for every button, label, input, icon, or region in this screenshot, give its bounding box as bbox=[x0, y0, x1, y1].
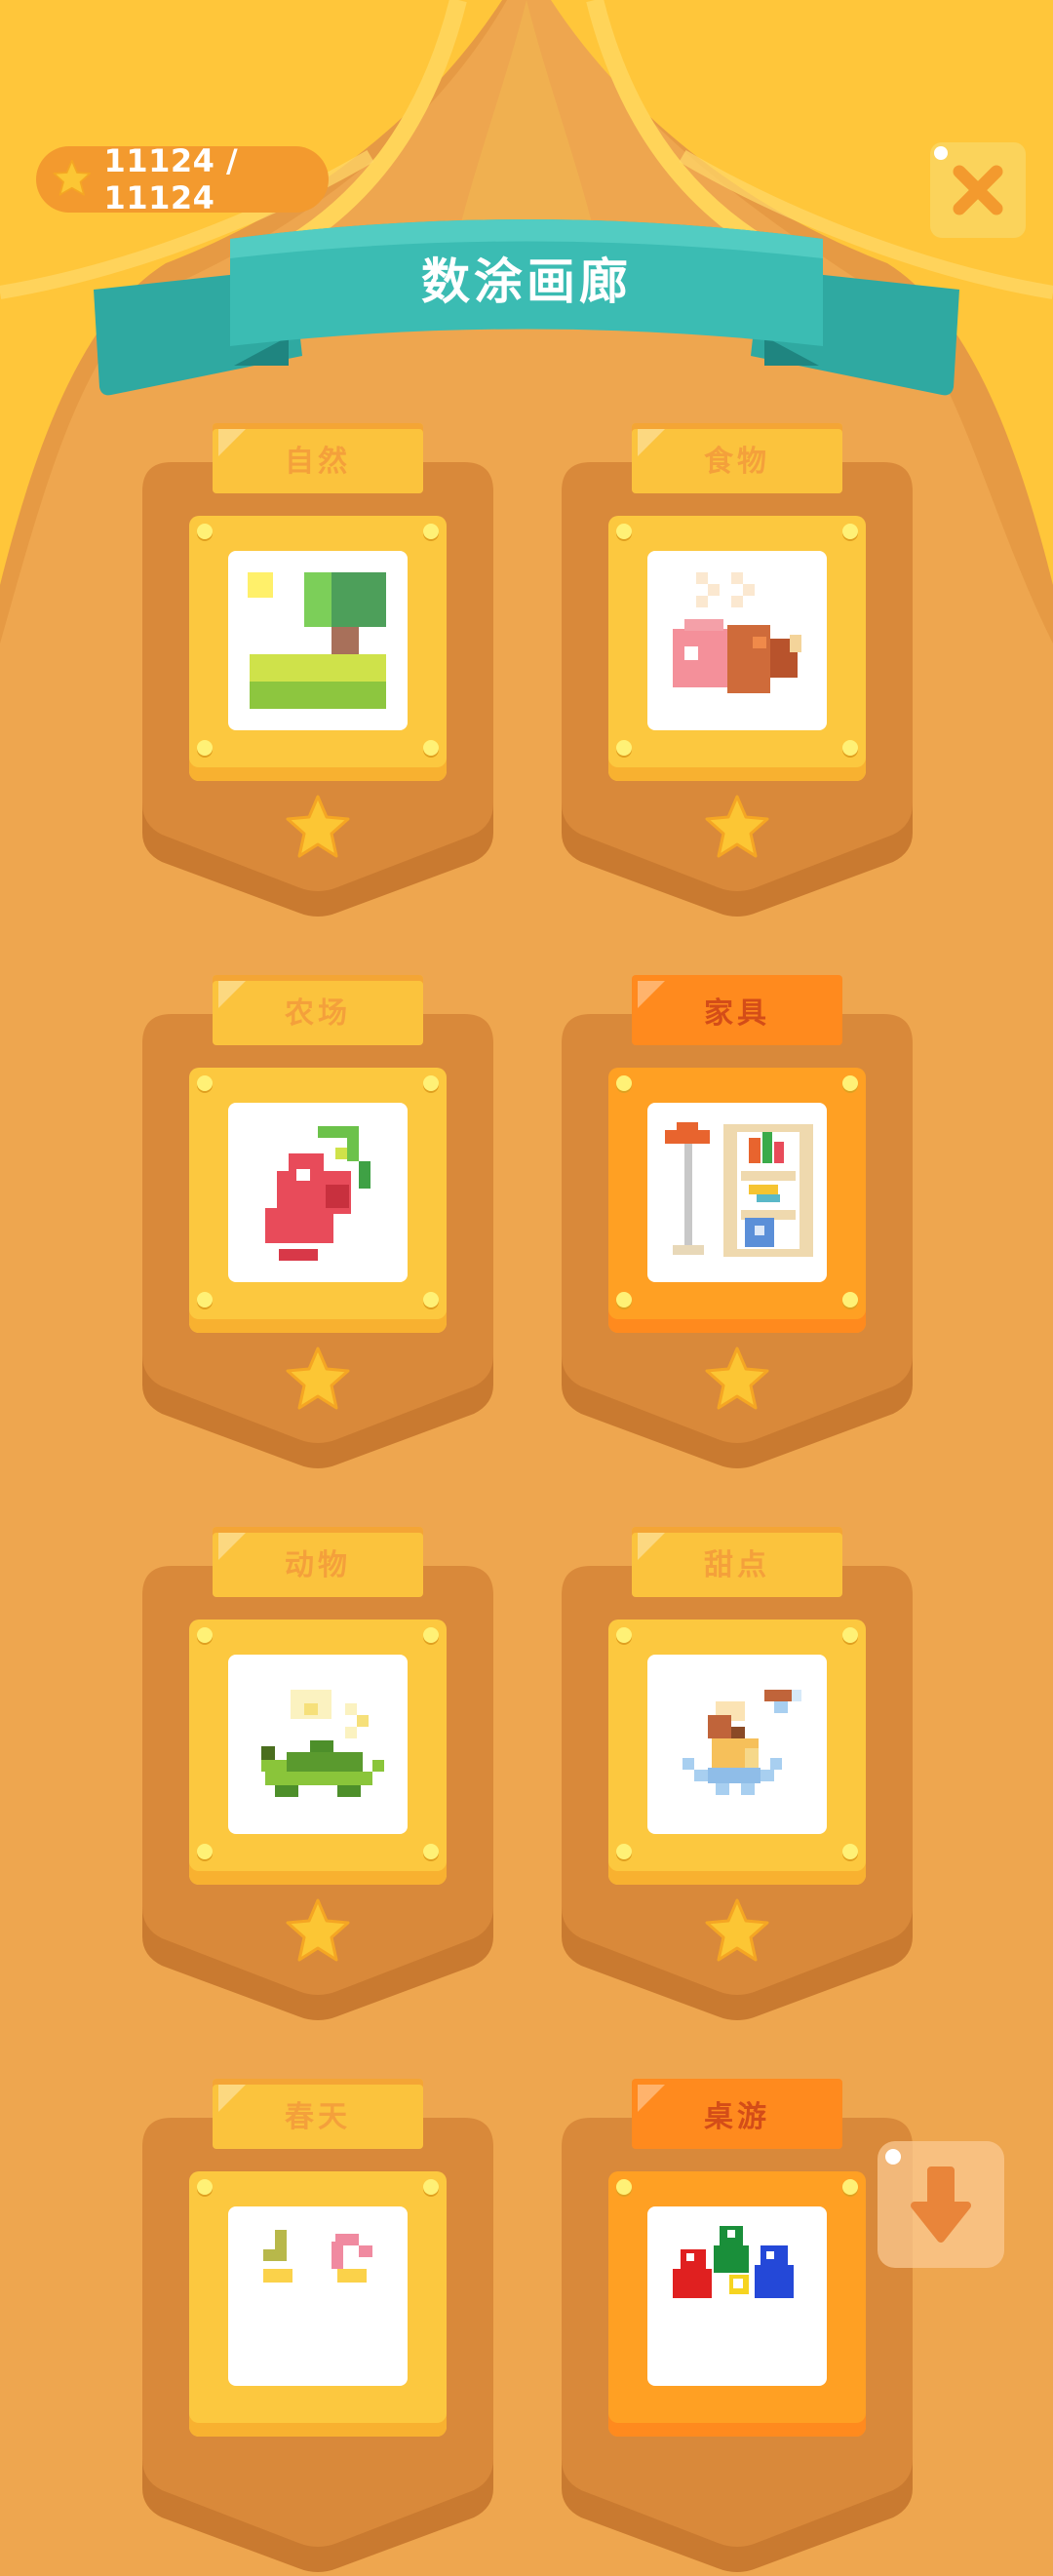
arrow-down-icon bbox=[911, 2166, 971, 2243]
picture-frame bbox=[608, 2171, 866, 2437]
tree-landscape-icon bbox=[248, 572, 386, 709]
star-icon bbox=[286, 1347, 350, 1410]
picture-frame bbox=[189, 516, 447, 781]
bookshelf-lamp-icon bbox=[665, 1122, 813, 1257]
picture-frame bbox=[608, 516, 866, 781]
picture-frame bbox=[608, 1068, 866, 1333]
category-tag: 家具 bbox=[632, 975, 842, 1045]
category-tag: 农场 bbox=[213, 975, 423, 1045]
category-card-animals[interactable]: 动物 bbox=[142, 1527, 493, 2024]
radish-icon bbox=[265, 1126, 370, 1261]
category-card-food[interactable]: 食物 bbox=[562, 423, 913, 920]
coin-count-text: 11124 / 11124 bbox=[103, 142, 239, 216]
star-icon bbox=[53, 159, 92, 196]
picture-thumbnail bbox=[228, 1103, 408, 1282]
scroll-down-button[interactable] bbox=[878, 2141, 1004, 2268]
category-label: 动物 bbox=[285, 1548, 351, 1582]
category-label: 食物 bbox=[704, 445, 770, 479]
category-label: 家具 bbox=[704, 996, 770, 1031]
ham-icon bbox=[673, 572, 801, 693]
category-tag: 自然 bbox=[213, 423, 423, 493]
category-label: 桌游 bbox=[704, 2100, 770, 2134]
picture-thumbnail bbox=[228, 1655, 408, 1834]
picture-frame bbox=[189, 2171, 447, 2437]
star-icon bbox=[286, 795, 350, 858]
category-card-board-games[interactable]: 桌游 bbox=[562, 2079, 913, 2576]
category-label: 自然 bbox=[285, 445, 351, 479]
category-card-spring[interactable]: 春天 bbox=[142, 2079, 493, 2576]
star-icon bbox=[705, 1347, 769, 1410]
category-label: 农场 bbox=[285, 996, 351, 1031]
close-icon bbox=[953, 165, 1003, 215]
star-icon bbox=[705, 795, 769, 858]
category-tag: 春天 bbox=[213, 2079, 423, 2149]
picture-thumbnail bbox=[647, 1103, 827, 1282]
board-game-pieces-icon bbox=[673, 2226, 794, 2298]
category-card-farm[interactable]: 农场 bbox=[142, 975, 493, 1472]
category-label: 春天 bbox=[285, 2100, 351, 2134]
category-card-nature[interactable]: 自然 bbox=[142, 423, 493, 920]
category-tag: 食物 bbox=[632, 423, 842, 493]
page-title: 数涂画廊 bbox=[421, 254, 632, 310]
picture-thumbnail bbox=[647, 551, 827, 730]
category-tag: 动物 bbox=[213, 1527, 423, 1597]
category-card-desserts[interactable]: 甜点 bbox=[562, 1527, 913, 2024]
picture-thumbnail bbox=[647, 2206, 827, 2386]
picture-thumbnail bbox=[228, 2206, 408, 2386]
category-card-furniture[interactable]: 家具 bbox=[562, 975, 913, 1472]
turtle-icon bbox=[261, 1690, 384, 1797]
star-icon bbox=[286, 1898, 350, 1962]
picture-frame bbox=[189, 1068, 447, 1333]
spring-icon bbox=[263, 2230, 372, 2283]
picture-frame bbox=[608, 1620, 866, 1885]
picture-frame bbox=[189, 1620, 447, 1885]
coin-counter: 11124 / 11124 bbox=[36, 142, 329, 216]
picture-thumbnail bbox=[228, 551, 408, 730]
picture-thumbnail bbox=[647, 1655, 827, 1834]
category-tag: 桌游 bbox=[632, 2079, 842, 2149]
ice-cream-icon bbox=[682, 1690, 801, 1795]
star-icon bbox=[705, 1898, 769, 1962]
shine-dot bbox=[934, 146, 948, 160]
category-label: 甜点 bbox=[704, 1548, 770, 1582]
category-tag: 甜点 bbox=[632, 1527, 842, 1597]
